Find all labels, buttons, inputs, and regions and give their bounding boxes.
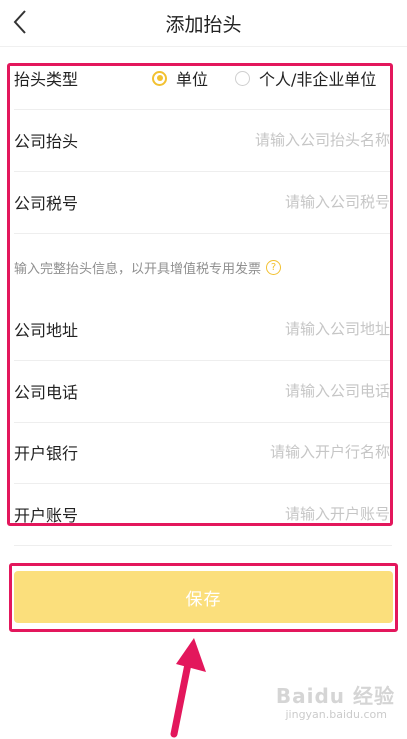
watermark-url: jingyan.baidu.com — [285, 708, 387, 721]
up-arrow-annotation — [170, 638, 206, 738]
bank-name-row: 开户银行 — [14, 421, 392, 484]
vat-hint-text: 输入完整抬头信息，以开具增值税专用发票 — [14, 262, 262, 277]
bank-account-row: 开户账号 — [14, 483, 392, 546]
company-phone-label: 公司电话 — [14, 383, 79, 402]
tax-id-label: 公司税号 — [14, 194, 79, 213]
tax-id-row: 公司税号 — [14, 171, 392, 234]
radio-option-company-label: 单位 — [176, 70, 209, 89]
company-phone-row: 公司电话 — [14, 360, 392, 423]
save-button[interactable]: 保存 — [14, 571, 393, 623]
bank-name-label: 开户银行 — [14, 444, 79, 463]
company-address-row: 公司地址 — [14, 298, 392, 361]
radio-unchecked-icon — [235, 70, 250, 86]
invoice-type-row: 抬头类型 单位 个人/非企业单位 — [14, 47, 392, 110]
company-name-row: 公司抬头 — [14, 109, 392, 172]
tax-id-input[interactable] — [198, 192, 392, 212]
bank-name-input[interactable] — [198, 442, 392, 462]
radio-option-company[interactable]: 单位 — [152, 66, 208, 90]
baidu-watermark: Baidu 经验 jingyan.baidu.com — [276, 680, 395, 730]
watermark-brand: Baidu 经验 — [275, 684, 395, 708]
nav-header: 添加抬头 — [0, 0, 407, 47]
radio-option-personal-label: 个人/非企业单位 — [259, 70, 377, 89]
radio-checked-icon — [152, 70, 167, 86]
page-title: 添加抬头 — [165, 14, 242, 36]
invoice-type-label: 抬头类型 — [14, 70, 79, 89]
company-name-input[interactable] — [198, 130, 392, 150]
bank-account-input[interactable] — [198, 504, 392, 524]
bank-account-label: 开户账号 — [14, 506, 79, 525]
company-name-label: 公司抬头 — [14, 132, 79, 151]
vat-hint: 输入完整抬头信息，以开具增值税专用发票 ? — [14, 258, 282, 277]
company-address-input[interactable] — [198, 319, 392, 339]
company-phone-input[interactable] — [198, 381, 392, 401]
radio-option-personal[interactable]: 个人/非企业单位 — [235, 66, 376, 90]
company-address-label: 公司地址 — [14, 321, 79, 340]
question-circle-icon[interactable]: ? — [266, 260, 282, 275]
